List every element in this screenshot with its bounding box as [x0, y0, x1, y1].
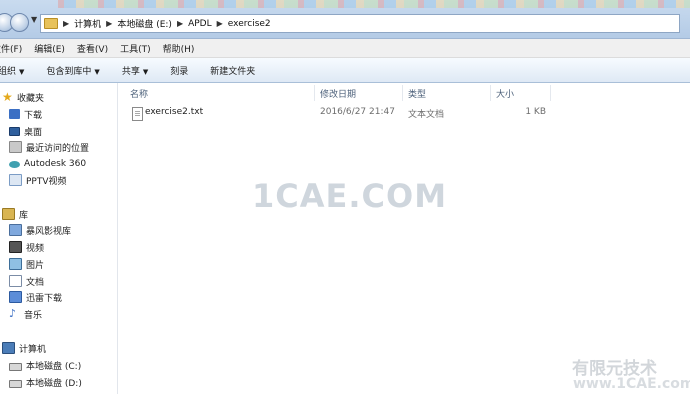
movie-library-icon [9, 224, 22, 236]
file-modified: 2016/6/27 21:47 [320, 107, 395, 117]
picture-icon [9, 258, 22, 270]
nav-item-xunlei-downloads[interactable]: 迅雷下载 [9, 290, 62, 304]
breadcrumb-apdl[interactable]: APDL [188, 19, 212, 29]
hard-drive-icon [9, 379, 22, 388]
column-header-size[interactable]: 大小 [496, 85, 514, 101]
file-row[interactable]: exercise2.txt 2016/6/27 21:47 文本文档 1 KB [126, 103, 550, 125]
nav-label: 最近访问的位置 [26, 143, 90, 154]
folder-icon [44, 18, 58, 29]
star-icon: ★ [2, 90, 13, 104]
menu-help[interactable]: 帮助(H) [163, 42, 195, 55]
watermark-corner-url: www.1CAE.com [573, 376, 690, 392]
column-divider[interactable] [550, 85, 551, 101]
nav-label: 本地磁盘 (C:) [26, 361, 82, 372]
nav-label: 计算机 [19, 344, 47, 355]
blurred-tab-strip [58, 0, 690, 8]
nav-libraries-header[interactable]: 库 [2, 207, 28, 221]
nav-item-baofeng-library[interactable]: 暴风影视库 [9, 223, 71, 237]
desktop-icon [9, 126, 20, 136]
file-size: 1 KB [525, 107, 546, 117]
column-divider[interactable] [402, 85, 403, 101]
nav-item-autodesk-360[interactable]: Autodesk 360 [9, 157, 86, 171]
nav-label: Autodesk 360 [24, 159, 87, 169]
include-in-library-label: 包含到库中 [46, 66, 92, 77]
file-list-pane: 名称 修改日期 类型 大小 exercise2.txt 2016/6/27 21… [118, 83, 690, 394]
forward-button[interactable] [10, 13, 29, 32]
hard-drive-icon [9, 362, 22, 371]
nav-label: 库 [19, 210, 29, 221]
nav-item-recent-places[interactable]: 最近访问的位置 [9, 140, 89, 154]
nav-label: 暴风影视库 [26, 226, 72, 237]
menu-tools[interactable]: 工具(T) [120, 42, 151, 55]
menu-file[interactable]: 文件(F) [0, 42, 22, 55]
include-in-library-button[interactable]: 包含到库中 ▼ [46, 64, 99, 77]
download-icon [9, 109, 20, 119]
computer-icon [2, 342, 15, 354]
organize-label: 组织 [0, 66, 17, 77]
nav-label: 音乐 [24, 310, 43, 321]
navigation-pane: ★ 收藏夹 下载 桌面 最近访问的位置 Autodesk 360 PPTV视频 … [0, 83, 118, 394]
nav-item-pptv[interactable]: PPTV视频 [9, 173, 67, 187]
text-file-icon [132, 107, 143, 121]
nav-label: 文档 [26, 277, 45, 288]
column-divider[interactable] [314, 85, 315, 101]
breadcrumb-drive-e[interactable]: 本地磁盘 (E:) [117, 17, 172, 30]
nav-label: 迅雷下载 [26, 293, 63, 304]
nav-computer-header[interactable]: 计算机 [2, 341, 46, 355]
menu-bar: 文件(F) 编辑(E) 查看(V) 工具(T) 帮助(H) [0, 39, 690, 58]
nav-item-videos[interactable]: 视频 [9, 240, 44, 254]
column-header-name[interactable]: 名称 [130, 85, 148, 101]
nav-item-drive-d[interactable]: 本地磁盘 (D:) [9, 375, 82, 389]
recent-places-icon [9, 141, 22, 153]
chevron-down-icon: ▼ [142, 67, 149, 76]
menu-edit[interactable]: 编辑(E) [34, 42, 65, 55]
document-icon [9, 275, 22, 287]
film-icon [9, 241, 22, 253]
cloud-icon [9, 160, 20, 168]
library-icon [2, 208, 15, 220]
chevron-down-icon[interactable]: ▼ [31, 15, 37, 24]
new-folder-button[interactable]: 新建文件夹 [210, 64, 255, 77]
nav-label: 图片 [26, 260, 45, 271]
chevron-right-icon[interactable]: ▶ [177, 19, 183, 28]
address-box[interactable]: ▶ 计算机 ▶ 本地磁盘 (E:) ▶ APDL ▶ exercise2 [40, 14, 680, 33]
column-header-type[interactable]: 类型 [408, 85, 426, 101]
menu-view[interactable]: 查看(V) [77, 42, 108, 55]
chevron-right-icon[interactable]: ▶ [217, 19, 223, 28]
breadcrumb-exercise2[interactable]: exercise2 [228, 19, 271, 29]
nav-item-pictures[interactable]: 图片 [9, 257, 44, 271]
nav-item-downloads[interactable]: 下载 [9, 107, 42, 121]
nav-label: 桌面 [24, 127, 43, 138]
address-bar-area: ▼ ▶ 计算机 ▶ 本地磁盘 (E:) ▶ APDL ▶ exercise2 [0, 0, 690, 39]
nav-label: 本地磁盘 (D:) [26, 378, 82, 389]
burn-button[interactable]: 刻录 [170, 64, 188, 77]
nav-label: 视频 [26, 243, 45, 254]
nav-label: PPTV视频 [26, 176, 67, 187]
chevron-down-icon: ▼ [94, 67, 100, 76]
file-type: 文本文档 [408, 110, 445, 120]
column-header-modified[interactable]: 修改日期 [320, 85, 356, 101]
nav-item-desktop[interactable]: 桌面 [9, 124, 42, 138]
nav-label: 下载 [24, 110, 43, 121]
nav-favorites-header[interactable]: ★ 收藏夹 [2, 90, 44, 104]
command-toolbar: 组织 ▼ 包含到库中 ▼ 共享 ▼ 刻录 新建文件夹 [0, 58, 690, 83]
nav-label: 收藏夹 [17, 93, 45, 104]
nav-item-music[interactable]: ♪ 音乐 [9, 307, 42, 321]
share-label: 共享 [121, 66, 140, 77]
share-button[interactable]: 共享 ▼ [122, 64, 148, 77]
file-name: exercise2.txt [145, 107, 204, 117]
chevron-down-icon: ▼ [19, 67, 25, 76]
chevron-right-icon[interactable]: ▶ [63, 19, 69, 28]
nav-item-drive-c[interactable]: 本地磁盘 (C:) [9, 358, 81, 372]
watermark-center: 1CAE.COM [252, 177, 448, 215]
organize-button[interactable]: 组织 ▼ [0, 64, 24, 77]
chevron-right-icon[interactable]: ▶ [106, 19, 112, 28]
download-folder-icon [9, 291, 22, 303]
video-folder-icon [9, 174, 22, 186]
nav-item-documents[interactable]: 文档 [9, 274, 44, 288]
music-note-icon: ♪ [9, 307, 17, 320]
column-divider[interactable] [490, 85, 491, 101]
breadcrumb-computer[interactable]: 计算机 [74, 17, 101, 30]
